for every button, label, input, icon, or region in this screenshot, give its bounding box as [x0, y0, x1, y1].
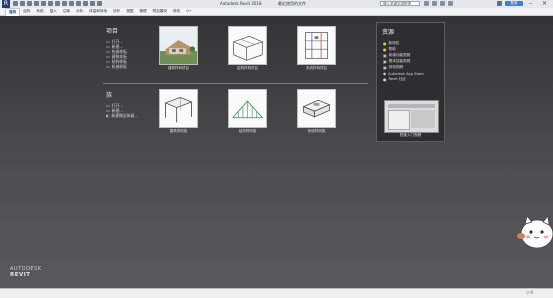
tab-manage[interactable]: 管理 — [136, 8, 149, 15]
tab-view[interactable]: 视图 — [123, 8, 136, 15]
thumb-caption: 结构样例项目 — [237, 66, 258, 70]
revit-community-link[interactable]: ● Revit 社区 — [383, 77, 406, 82]
template-icon: ▭ — [106, 64, 110, 69]
tab-add-ins[interactable]: 附加模块 — [150, 8, 170, 15]
video-icon: ▣ — [383, 59, 387, 64]
video-icon: ▣ — [383, 65, 387, 70]
tab-insert[interactable]: 插入 — [47, 8, 60, 15]
tab-structure[interactable]: 结构 — [20, 8, 33, 15]
link-label: Revit 社区 — [388, 77, 406, 81]
thumb-caption: 建筑样例族 — [169, 129, 188, 133]
communication-icon[interactable] — [440, 1, 445, 6]
switch-windows-icon[interactable] — [90, 1, 95, 6]
cat-mascot-icon — [515, 214, 553, 250]
status-count: 0 — [530, 290, 533, 295]
search-input[interactable]: 键入关键字或短语 — [380, 1, 420, 6]
mass-icon: ◐ — [106, 113, 110, 118]
app-store-link[interactable]: ◆ Autodesk App Store — [383, 71, 424, 76]
new-conceptual-mass-link[interactable]: ◐ 新建概念体量... — [106, 112, 138, 119]
link-label: 新特性 — [388, 41, 400, 45]
login-button[interactable]: 登录 — [505, 1, 523, 6]
resources-panel: 资源 ● 新特性 ● 帮助 ▣ 新增功能视频 ▣ 基本技能视频 ▣ 其他视频 ◆ Autod… — [376, 22, 445, 142]
ribbon-options-icon[interactable]: ⊙• — [183, 8, 194, 15]
thumb-caption: 系统样例项目 — [306, 66, 327, 70]
essential-skills-video-link[interactable]: ▣ 基本技能视频 — [383, 59, 410, 64]
help-icon: ● — [383, 47, 387, 52]
families-links: ▭ 打开... ▭ 新建... ◐ 新建概念体量... — [106, 103, 138, 119]
link-label: 其他视频 — [388, 65, 404, 69]
getting-started-video-thumb[interactable] — [384, 100, 439, 133]
document-title: 最近使用的文件 — [278, 1, 306, 6]
3d-view-icon[interactable] — [62, 1, 67, 6]
thin-lines-icon[interactable] — [76, 1, 81, 6]
new-features-video-link[interactable]: ▣ 新增功能视频 — [383, 53, 410, 58]
tab-architecture[interactable]: 建筑 — [5, 7, 21, 16]
structural-sample-family-thumb[interactable] — [228, 89, 267, 128]
structure-frame-icon — [229, 27, 266, 64]
link-label: 机械样板 — [111, 63, 127, 69]
tab-annotate[interactable]: 注释 — [60, 8, 73, 15]
app-title: Autodesk Revit 2018 — [220, 1, 262, 6]
customize-icon[interactable] — [97, 1, 102, 6]
text-icon[interactable] — [55, 1, 60, 6]
search-icon[interactable] — [424, 1, 429, 6]
whats-new-link[interactable]: ● 新特性 — [383, 41, 399, 46]
status-filter-count: ▽:0 — [526, 290, 533, 295]
user-icon[interactable] — [497, 1, 502, 6]
section-divider — [103, 83, 368, 84]
star-icon: ● — [383, 41, 387, 46]
store-icon: ◆ — [383, 71, 387, 76]
architectural-sample-family-thumb[interactable] — [159, 89, 198, 128]
favorites-icon[interactable] — [448, 1, 453, 6]
redo-icon[interactable] — [34, 1, 39, 6]
thumb-caption: 结构样例族 — [238, 129, 257, 133]
revit-logo: REVIT — [10, 272, 31, 278]
table-icon — [160, 90, 197, 127]
filter-icon: ▽ — [526, 290, 530, 295]
tab-modify[interactable]: 修改 — [170, 8, 183, 15]
thumb-caption: 建筑样例项目 — [168, 66, 189, 70]
projects-links: ▭ 打开... ▭ 新建... ▭ 构造样板 ▭ 建筑样板 ▭ 结构样板 ▭ 机械样板 — [106, 39, 127, 70]
minimize-icon[interactable]: – — [526, 0, 535, 8]
resources-title: 资源 — [382, 29, 395, 36]
house-render-icon — [160, 27, 197, 64]
print-icon[interactable] — [41, 1, 46, 6]
systems-sample-family-thumb[interactable] — [297, 89, 336, 128]
link-label: 新增功能视频 — [388, 53, 411, 57]
save-icon[interactable] — [20, 1, 25, 6]
link-label: 基本技能视频 — [388, 59, 411, 63]
link-label: 帮助 — [388, 47, 396, 51]
tab-collaborate[interactable]: 协作 — [110, 8, 123, 15]
close-hidden-icon[interactable] — [83, 1, 88, 6]
section-icon[interactable] — [69, 1, 74, 6]
close-icon[interactable]: × — [540, 0, 549, 8]
families-title: 族 — [106, 92, 113, 99]
subscription-icon[interactable] — [432, 1, 437, 6]
community-icon: ● — [383, 77, 387, 82]
video-caption: 快速入门视频 — [399, 133, 422, 137]
systems-sample-project-thumb[interactable] — [297, 26, 336, 65]
mechanical-template-link[interactable]: ▭ 机械样板 — [106, 63, 127, 70]
tab-systems[interactable]: 系统 — [33, 8, 46, 15]
structural-sample-project-thumb[interactable] — [228, 26, 267, 65]
link-label: 新建概念体量... — [111, 112, 138, 118]
mep-section-icon — [298, 27, 335, 64]
video-icon: ▣ — [383, 53, 387, 58]
help-link[interactable]: ● 帮助 — [383, 47, 396, 52]
duct-box-icon — [298, 90, 335, 127]
architectural-sample-project-thumb[interactable] — [159, 26, 198, 65]
link-label: Autodesk App Store — [388, 71, 424, 76]
truss-icon — [229, 90, 266, 127]
measure-icon[interactable] — [48, 1, 53, 6]
recent-files-page: 项目 ▭ 打开... ▭ 新建... ▭ 构造样板 ▭ 建筑样板 ▭ 结构样板 ▭ 机械样板… — [0, 16, 553, 288]
open-icon[interactable] — [13, 1, 18, 6]
tab-massing-site[interactable]: 体量和场地 — [86, 8, 110, 15]
undo-icon[interactable] — [27, 1, 32, 6]
additional-videos-link[interactable]: ▣ 其他视频 — [383, 65, 403, 70]
thumb-caption: 系统样例族 — [307, 129, 326, 133]
ribbon-tabs: 建筑 结构 系统 插入 注释 分析 体量和场地 协作 视图 管理 附加模块 修改… — [0, 7, 553, 16]
tab-analyze[interactable]: 分析 — [73, 8, 86, 15]
projects-title: 项目 — [106, 28, 119, 35]
